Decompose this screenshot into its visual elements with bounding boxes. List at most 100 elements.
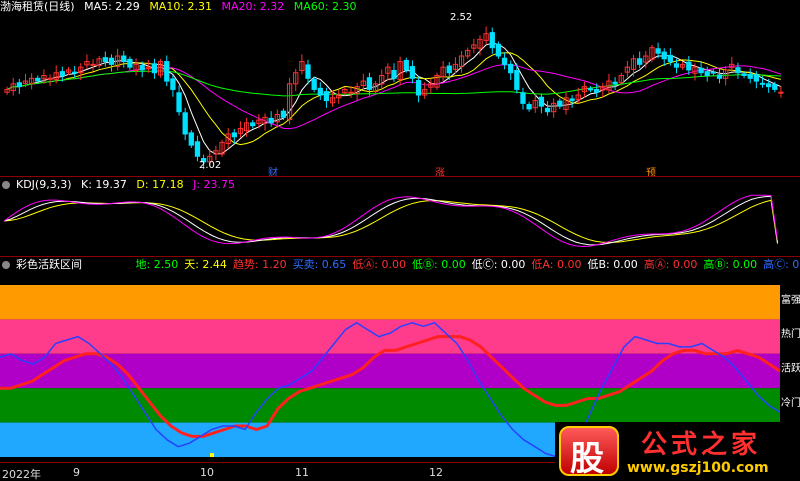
zone-label: 冷门 xyxy=(781,396,800,409)
kdj-k-line xyxy=(3,195,778,246)
candle-body xyxy=(188,132,194,146)
candle-body xyxy=(587,88,594,91)
candle-body xyxy=(250,122,256,127)
panel-divider xyxy=(0,176,800,177)
kdj-panel-header: KDJ(9,3,3) K: 19.37 D: 17.18 J: 23.75 xyxy=(0,178,241,192)
candle-body xyxy=(661,51,667,60)
candle-body xyxy=(415,80,422,96)
candle-body xyxy=(391,69,397,79)
zone-label: 活跃 xyxy=(781,363,800,375)
candle-body xyxy=(121,55,127,63)
candle-body xyxy=(182,112,188,135)
candle-body xyxy=(772,83,778,90)
ma5-value: MA5: 2.29 xyxy=(84,0,140,13)
ma60-value: MA60: 2.30 xyxy=(293,0,357,13)
candle-body xyxy=(446,65,452,74)
panel-divider xyxy=(0,256,800,257)
panel-toggle-icon[interactable] xyxy=(2,261,10,269)
x-tick-label: 11 xyxy=(295,466,309,479)
candle-body xyxy=(47,77,53,80)
watermark-url: www.gszj100.com xyxy=(627,460,769,476)
zone-indicator-value: 天: 2.44 xyxy=(184,258,227,271)
zone-indicator-value: 趋势: 1.20 xyxy=(232,258,287,271)
stock-title: 渤海租赁(日线) xyxy=(0,0,75,13)
candle-body xyxy=(311,78,317,90)
zone-band xyxy=(0,285,780,320)
zone-title: 彩色活跃区间 xyxy=(16,258,82,271)
zone-indicator-value: 买卖: 0.65 xyxy=(292,258,347,271)
candle-body xyxy=(127,58,133,68)
kdj-d-value: D: 17.18 xyxy=(136,178,184,191)
candle-body xyxy=(170,78,176,90)
zone-indicator-value: 地: 2.50 xyxy=(135,258,179,271)
candle-body xyxy=(102,57,108,63)
candle-body xyxy=(194,141,201,157)
zone-indicator-value: 低Ⓐ: 0.00 xyxy=(352,258,407,271)
low-price-label: 2.02 xyxy=(199,160,222,171)
candle-body xyxy=(594,88,600,93)
candle-body xyxy=(495,43,502,57)
candle-body xyxy=(348,91,354,94)
zone-indicator-value: 低Ⓑ: 0.00 xyxy=(412,258,466,271)
candle-body xyxy=(16,82,23,88)
candle-body xyxy=(520,92,526,104)
zone-indicator-value: 低A: 0.00 xyxy=(531,258,582,271)
candle-body xyxy=(90,63,96,66)
x-tick-label: 9 xyxy=(73,466,80,479)
x-tick-label: 10 xyxy=(200,466,214,479)
candle-body xyxy=(35,77,41,82)
candle-body xyxy=(268,117,274,124)
kdj-chart xyxy=(3,194,778,248)
candle-body xyxy=(409,66,416,79)
zone-indicator-value: 低B: 0.00 xyxy=(587,258,638,271)
candle-body xyxy=(489,32,495,49)
price-candlestick-chart xyxy=(4,26,784,170)
candle-body xyxy=(538,96,545,107)
candle-body xyxy=(317,87,323,96)
zone-band xyxy=(0,319,780,354)
zone-indicator-value: 低Ⓒ: 0.00 xyxy=(471,258,526,271)
signal-marker xyxy=(210,453,214,457)
candle-body xyxy=(71,71,78,74)
zone-panel-header: 彩色活跃区间 地: 2.50 天: 2.44 趋势: 1.20 买卖: 0.65 低Ⓐ:… xyxy=(0,258,800,272)
candle-body xyxy=(305,64,311,79)
x-tick-label: 12 xyxy=(429,466,443,479)
kdj-j-value: J: 23.75 xyxy=(193,178,236,191)
watermark-logo-char: 股 xyxy=(570,439,604,479)
candle-body xyxy=(673,63,680,68)
candle-body xyxy=(403,59,409,71)
candle-body xyxy=(759,82,766,85)
zone-indicator-value: 高Ⓑ: 0.00 xyxy=(703,258,758,271)
kdj-d-line xyxy=(3,199,778,244)
candle-body xyxy=(747,73,753,79)
candle-body xyxy=(655,48,661,54)
candle-body xyxy=(366,77,373,90)
candle-body xyxy=(501,57,508,65)
price-panel-header: 渤海租赁(日线) MA5: 2.29 MA10: 2.31 MA20: 2.32… xyxy=(0,0,362,14)
candle-body xyxy=(667,54,674,63)
candle-body xyxy=(557,100,563,107)
candle-body xyxy=(735,67,741,74)
candle-body xyxy=(716,74,723,79)
kdj-j-line xyxy=(3,194,778,248)
candle-body xyxy=(323,91,330,102)
candle-body xyxy=(139,64,145,71)
zone-indicator-value: 高Ⓐ: 0.00 xyxy=(643,258,698,271)
stock-chart-window: 渤海租赁(日线) MA5: 2.29 MA10: 2.31 MA20: 2.32… xyxy=(0,0,800,481)
candle-body xyxy=(765,83,772,88)
zone-values: 地: 2.50 天: 2.44 趋势: 1.20 买卖: 0.65 低Ⓐ: 0.00 低Ⓑ… xyxy=(136,258,800,271)
candle-body xyxy=(569,98,575,102)
watermark: 股 公式之家 www.gszj100.com xyxy=(555,422,800,481)
candle-body xyxy=(108,57,115,65)
panel-toggle-icon[interactable] xyxy=(2,181,10,189)
candle-body xyxy=(280,110,287,118)
zone-label: 富强 xyxy=(781,293,800,306)
zone-indicator-value: 高Ⓒ: 0.00 xyxy=(763,258,800,271)
candle-body xyxy=(637,58,643,65)
watermark-logo: 股 xyxy=(559,426,619,479)
candle-body xyxy=(710,71,717,74)
candle-body xyxy=(151,63,158,74)
watermark-title: 公式之家 xyxy=(641,430,762,460)
candle-body xyxy=(544,107,551,113)
candle-body xyxy=(508,63,514,74)
